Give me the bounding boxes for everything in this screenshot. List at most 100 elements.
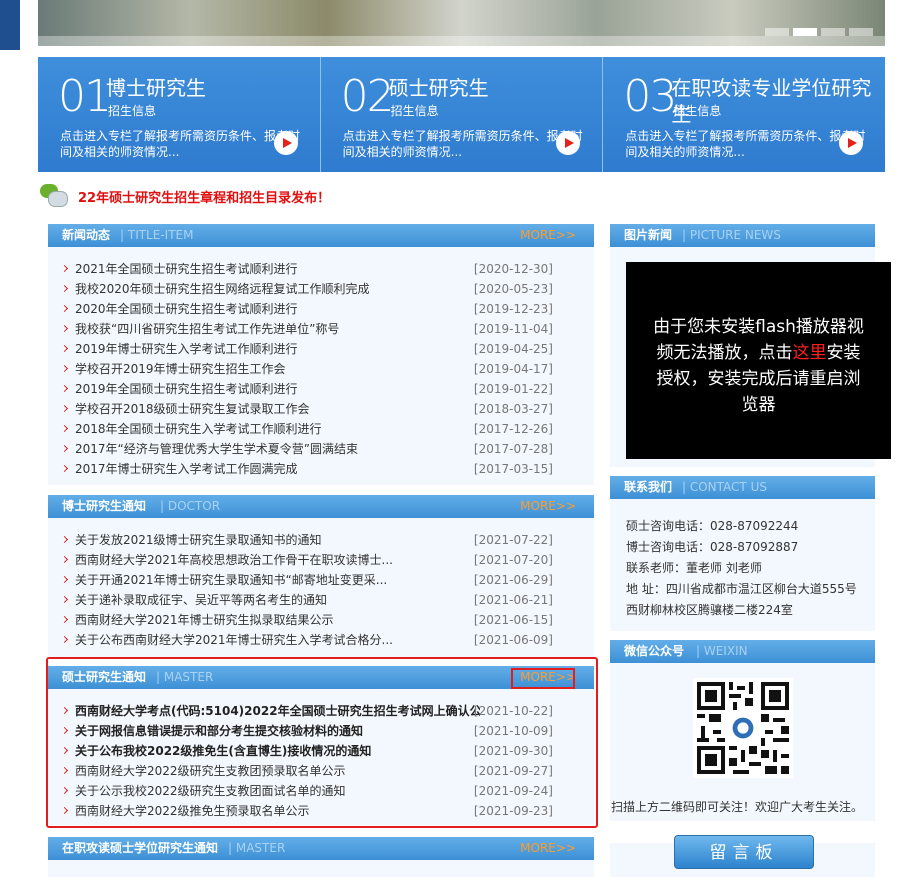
list-item[interactable]: 2019年全国硕士研究生招生考试顺利进行 [2019-01-22]	[62, 379, 557, 399]
entry-doctor[interactable]: 01 博士研究生 招生信息 点击进入专栏了解报考所需资历条件、报考时间及相关的师…	[38, 57, 321, 172]
news-more-link[interactable]: MORE>>	[520, 224, 576, 247]
contact-title: 联系我们	[624, 480, 673, 494]
chat-bubbles-icon	[40, 184, 70, 208]
news-title: 新闻动态	[62, 228, 111, 242]
doctor-subtitle: | DOCTOR	[160, 499, 221, 513]
qr-code-icon	[693, 678, 793, 778]
item-date: [2021-06-29]	[473, 573, 553, 587]
notice-bar: 22年硕士研究生招生章程和招生目录发布！	[40, 184, 330, 208]
item-date: [2017-07-28]	[473, 442, 553, 456]
parttime-header: 在职攻读硕士学位研究生通知 | MASTER MORE>>	[48, 837, 594, 860]
item-date: [2020-12-30]	[473, 262, 553, 276]
notice-link[interactable]: 22年硕士研究生招生章程和招生目录发布！	[78, 187, 330, 206]
contact-header: 联系我们 | CONTACT US	[610, 476, 875, 499]
item-date: [2017-12-26]	[473, 422, 553, 436]
weixin-title: 微信公众号	[624, 644, 685, 658]
item-date: [2021-07-22]	[473, 533, 553, 547]
qr-caption: 扫描上方二维码即可关注！欢迎广大考生关注。	[611, 800, 864, 814]
master-more-highlight	[511, 668, 575, 689]
banner-dots[interactable]	[765, 28, 873, 36]
entry-title: 硕士研究生	[388, 76, 489, 100]
list-item[interactable]: 2019年博士研究生入学考试工作顺利进行 [2019-04-25]	[62, 339, 557, 359]
list-item[interactable]: 西南财经大学2021年博士研究生拟录取结果公示 [2021-06-15]	[62, 610, 557, 630]
parttime-title: 在职攻读硕士学位研究生通知	[62, 841, 219, 855]
entry-master[interactable]: 02 硕士研究生 招生信息 点击进入专栏了解报考所需资历条件、报考时间及相关的师…	[320, 57, 604, 172]
parttime-more-link[interactable]: MORE>>	[520, 837, 576, 860]
list-item[interactable]: 2018年全国硕士研究生入学考试工作顺利进行 [2017-12-26]	[62, 419, 557, 439]
item-date: [2018-03-27]	[473, 402, 553, 416]
contact-subtitle: | CONTACT US	[682, 480, 767, 494]
item-title[interactable]: 我校获“四川省研究生招生考试工作先进单位”称号	[75, 319, 339, 339]
weixin-header: 微信公众号 | WEIXIN	[610, 640, 875, 663]
left-edge-bar	[0, 0, 20, 50]
play-icon[interactable]	[273, 131, 298, 155]
parttime-body	[48, 860, 594, 877]
contact-line: 硕士咨询电话：028-87092244	[626, 519, 799, 533]
doctor-more-link[interactable]: MORE>>	[520, 495, 576, 518]
item-title[interactable]: 2017年“经济与管理优秀大学生学术夏令营”圆满结束	[75, 439, 358, 459]
entry-subtitle: 招生信息	[108, 104, 157, 118]
list-item[interactable]: 2017年博士研究生入学考试工作圆满完成 [2017-03-15]	[62, 459, 557, 479]
item-title[interactable]: 关于递补录取成征宇、吴近平等两名考生的通知	[75, 590, 327, 610]
doctor-title: 博士研究生通知	[62, 499, 147, 513]
list-item[interactable]: 2020年全国硕士研究生招生考试顺利进行 [2019-12-23]	[62, 299, 557, 319]
item-title[interactable]: 2019年博士研究生入学考试工作顺利进行	[75, 339, 298, 359]
banner-image	[38, 0, 885, 46]
item-title[interactable]: 西南财经大学2021年博士研究生拟录取结果公示	[75, 610, 334, 630]
item-date: [2017-03-15]	[473, 462, 553, 476]
item-title[interactable]: 2021年全国硕士研究生招生考试顺利进行	[75, 259, 298, 279]
item-title[interactable]: 关于公布西南财经大学2021年博士研究生入学考试合格分...	[75, 630, 393, 650]
item-title[interactable]: 关于发放2021级博士研究生录取通知书的通知	[75, 530, 322, 550]
item-date: [2021-07-20]	[473, 553, 553, 567]
list-item[interactable]: 2021年全国硕士研究生招生考试顺利进行 [2020-12-30]	[62, 259, 557, 279]
item-date: [2019-01-22]	[473, 382, 553, 396]
news-header: 新闻动态 | TITLE-ITEM MORE>>	[48, 224, 594, 247]
list-item[interactable]: 学校召开2019年博士研究生招生工作会 [2019-04-17]	[62, 359, 557, 379]
list-item[interactable]: 关于开通2021年博士研究生录取通知书“邮寄地址变更采... [2021-06-2…	[62, 570, 557, 590]
item-date: [2019-11-04]	[473, 322, 553, 336]
item-title[interactable]: 西南财经大学2021年高校思想政治工作骨干在职攻读博士...	[75, 550, 393, 570]
item-date: [2019-04-25]	[473, 342, 553, 356]
item-title[interactable]: 2017年博士研究生入学考试工作圆满完成	[75, 459, 298, 479]
list-item[interactable]: 关于公布西南财经大学2021年博士研究生入学考试合格分... [2021-06-0…	[62, 630, 557, 650]
list-item[interactable]: 我校2020年硕士研究生招生网络远程复试工作顺利完成 [2020-05-23]	[62, 279, 557, 299]
item-date: [2021-06-09]	[473, 633, 553, 647]
doctor-header: 博士研究生通知 | DOCTOR MORE>>	[48, 495, 594, 518]
picture-header: 图片新闻 | PICTURE NEWS	[610, 224, 875, 247]
message-board-button[interactable]: 留言板	[674, 835, 814, 869]
list-item[interactable]: 关于递补录取成征宇、吴近平等两名考生的通知 [2021-06-21]	[62, 590, 557, 610]
list-item[interactable]: 我校获“四川省研究生招生考试工作先进单位”称号 [2019-11-04]	[62, 319, 557, 339]
item-title[interactable]: 2018年全国硕士研究生入学考试工作顺利进行	[75, 419, 322, 439]
item-title[interactable]: 我校2020年硕士研究生招生网络远程复试工作顺利完成	[75, 279, 370, 299]
flash-placeholder: 由于您未安装flash播放器视频无法播放，点击这里安装授权，安装完成后请重启浏览…	[626, 262, 891, 459]
contact-line: 地 址：四川省成都市温江区柳台大道555号	[626, 582, 857, 596]
entry-title: 博士研究生	[106, 76, 206, 100]
list-item[interactable]: 2017年“经济与管理优秀大学生学术夏令营”圆满结束 [2017-07-28]	[62, 439, 557, 459]
list-item[interactable]: 西南财经大学2021年高校思想政治工作骨干在职攻读博士... [2021-07-2…	[62, 550, 557, 570]
weixin-subtitle: | WEIXIN	[696, 644, 748, 658]
list-item[interactable]: 学校召开2018级硕士研究生复试录取工作会 [2018-03-27]	[62, 399, 557, 419]
item-title[interactable]: 2020年全国硕士研究生招生考试顺利进行	[75, 299, 298, 319]
item-date: [2021-06-21]	[473, 593, 553, 607]
item-date: [2019-04-17]	[473, 362, 553, 376]
doctor-list: 关于发放2021级博士研究生录取通知书的通知 [2021-07-22] 西南财经大学…	[62, 530, 557, 650]
entry-subtitle: 招生信息	[673, 104, 722, 118]
list-item[interactable]: 关于发放2021级博士研究生录取通知书的通知 [2021-07-22]	[62, 530, 557, 550]
entry-number: 02	[340, 71, 395, 122]
play-icon[interactable]	[839, 131, 864, 155]
item-title[interactable]: 关于开通2021年博士研究生录取通知书“邮寄地址变更采...	[75, 570, 387, 590]
item-title[interactable]: 2019年全国硕士研究生招生考试顺利进行	[75, 379, 298, 399]
picture-subtitle: | PICTURE NEWS	[682, 228, 781, 242]
contact-line: 博士咨询电话：028-87092887	[626, 540, 799, 554]
entry-parttime[interactable]: 03 在职攻读专业学位研究生 招生信息 点击进入专栏了解报考所需资历条件、报考时…	[603, 57, 886, 172]
flash-install-link[interactable]: 这里	[793, 343, 827, 363]
item-title[interactable]: 学校召开2019年博士研究生招生工作会	[75, 359, 286, 379]
news-subtitle: | TITLE-ITEM	[120, 228, 194, 242]
news-list: 2021年全国硕士研究生招生考试顺利进行 [2020-12-30] 我校2020年硕…	[62, 259, 557, 479]
entry-subtitle: 招生信息	[390, 104, 439, 118]
program-entries: 01 博士研究生 招生信息 点击进入专栏了解报考所需资历条件、报考时间及相关的师…	[38, 57, 886, 172]
item-title[interactable]: 学校召开2018级硕士研究生复试录取工作会	[75, 399, 310, 419]
entry-title: 在职攻读专业学位研究生	[671, 76, 872, 126]
contact-line: 西财柳林校区腾骧楼二楼224室	[626, 603, 793, 617]
parttime-subtitle: | MASTER	[228, 841, 286, 855]
